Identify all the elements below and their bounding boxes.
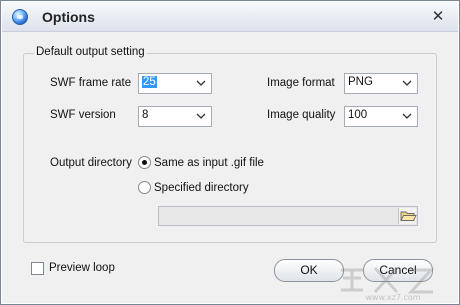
group-legend: Default output setting xyxy=(34,46,147,58)
default-output-setting-group: Default output setting SWF frame rate 25… xyxy=(23,46,437,243)
swf-version-combo[interactable]: 8 xyxy=(138,106,212,127)
same-as-input-radio[interactable] xyxy=(138,156,151,169)
folder-open-icon xyxy=(400,211,417,221)
image-quality-value: 100 xyxy=(348,109,368,121)
specified-directory-radio[interactable] xyxy=(138,181,151,194)
swf-version-value: 8 xyxy=(142,109,149,121)
title-bar[interactable]: Options ✕ xyxy=(2,2,458,32)
options-dialog: Options ✕ Default output setting SWF fra… xyxy=(0,0,460,305)
output-directory-label: Output directory xyxy=(50,157,132,169)
chevron-down-icon xyxy=(196,113,206,119)
image-format-label: Image format xyxy=(267,77,335,89)
swf-frame-rate-combo[interactable]: 25 xyxy=(138,73,212,94)
image-quality-label: Image quality xyxy=(267,109,336,121)
chevron-down-icon xyxy=(402,80,412,86)
image-format-value: PNG xyxy=(348,76,373,88)
directory-path-input[interactable] xyxy=(158,206,418,226)
dialog-content: Default output setting SWF frame rate 25… xyxy=(7,33,453,299)
swf-frame-rate-value: 25 xyxy=(142,76,157,88)
image-format-combo[interactable]: PNG xyxy=(344,73,418,94)
watermark-logo: www.xz7.com xyxy=(341,266,435,302)
dialog-title: Options xyxy=(42,9,95,25)
same-as-input-label[interactable]: Same as input .gif file xyxy=(154,157,264,169)
ok-button[interactable]: OK xyxy=(274,259,344,282)
preview-loop-label[interactable]: Preview loop xyxy=(49,262,115,274)
chevron-down-icon xyxy=(196,80,206,86)
browse-folder-button[interactable] xyxy=(398,208,417,224)
swf-frame-rate-label: SWF frame rate xyxy=(50,77,132,89)
image-quality-combo[interactable]: 100 xyxy=(344,106,418,127)
chevron-down-icon xyxy=(402,113,412,119)
watermark-text: www.xz7.com xyxy=(365,293,420,302)
radio-selected-dot xyxy=(142,160,147,165)
close-button[interactable]: ✕ xyxy=(427,6,449,28)
app-orb-icon xyxy=(12,9,28,25)
specified-directory-label[interactable]: Specified directory xyxy=(154,182,249,194)
swf-version-label: SWF version xyxy=(50,109,116,121)
close-icon: ✕ xyxy=(431,8,445,25)
preview-loop-checkbox[interactable] xyxy=(31,262,44,275)
